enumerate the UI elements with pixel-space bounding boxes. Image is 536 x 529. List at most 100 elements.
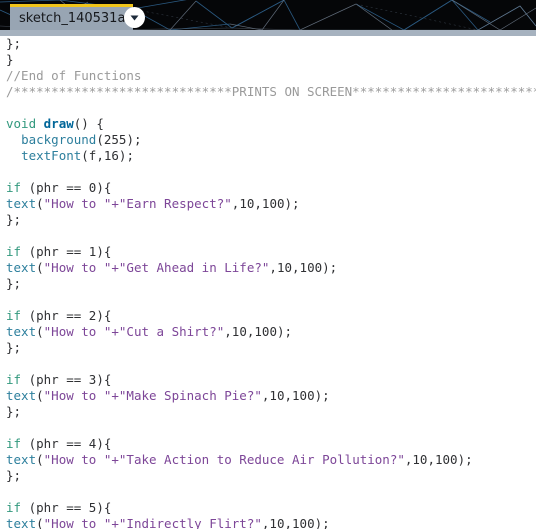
code-token-num: 100 xyxy=(261,196,285,211)
code-token-pl: ); xyxy=(284,196,300,211)
code-line: text("How to "+"Indirectly Flirt?",10,10… xyxy=(6,516,536,529)
code-token-pl: ); xyxy=(322,260,338,275)
code-token-pl: }; xyxy=(6,36,22,51)
toolbar-strip xyxy=(0,30,536,36)
code-token-str: "How to "+"Indirectly Flirt?" xyxy=(43,516,262,529)
tab-menu-button[interactable] xyxy=(124,7,145,28)
code-token-pl: , xyxy=(284,388,293,403)
code-token-str: "How to "+"Cut a Shirt?" xyxy=(43,324,225,339)
code-token-call: text xyxy=(6,452,37,467)
code-line: text("How to "+"Cut a Shirt?",10,100); xyxy=(6,324,536,340)
code-line: background(255); xyxy=(6,132,536,148)
code-token-num: 10 xyxy=(231,324,247,339)
code-token-pl: (phr == xyxy=(21,308,89,323)
code-line: textFont(f,16); xyxy=(6,148,536,164)
code-token-pl: ( xyxy=(36,260,44,275)
code-line: }; xyxy=(6,340,536,356)
processing-editor-window: sketch_140531a };}//End of Functions/***… xyxy=(0,0,536,529)
code-line: text("How to "+"Make Spinach Pie?",10,10… xyxy=(6,388,536,404)
code-token-pl: ){ xyxy=(96,180,112,195)
code-token-kw: if xyxy=(6,244,22,259)
code-line: }; xyxy=(6,276,536,292)
code-token-pl: , xyxy=(292,260,300,275)
code-token-pl: ( xyxy=(36,516,44,529)
code-token-pl: , xyxy=(284,516,293,529)
sketch-tab[interactable]: sketch_140531a xyxy=(10,4,134,30)
code-token-pl: ); xyxy=(126,132,142,147)
code-token-num: 10 xyxy=(276,260,293,275)
code-token-kw: if xyxy=(6,372,22,387)
code-token-pl: ); xyxy=(118,148,134,163)
code-token-num: 100 xyxy=(435,452,458,467)
code-token-pl: } xyxy=(6,52,14,67)
code-token-pl: (phr == xyxy=(21,244,89,259)
code-token-pl: () { xyxy=(73,116,104,131)
code-line: ​ xyxy=(6,484,536,500)
code-token-kw: if xyxy=(6,180,22,195)
code-token-pl: ); xyxy=(314,516,330,529)
code-token-pl: , xyxy=(269,260,277,275)
code-token-pl: ){ xyxy=(96,244,112,259)
code-token-kw: if xyxy=(6,308,22,323)
code-token-pl: , xyxy=(224,324,232,339)
code-token-pl: (phr == xyxy=(21,372,89,387)
code-token-kw: if xyxy=(6,500,22,515)
code-token-num: 10 xyxy=(412,452,428,467)
code-line: if (phr == 4){ xyxy=(6,436,536,452)
code-line: ​ xyxy=(6,228,536,244)
code-line: }; xyxy=(6,36,536,52)
code-token-num: 100 xyxy=(299,260,323,275)
code-token-pl: ){ xyxy=(96,308,112,323)
code-token-num: 255 xyxy=(103,132,127,147)
code-token-num: 100 xyxy=(254,324,277,339)
code-line: }; xyxy=(6,212,536,228)
code-editor-area[interactable]: };}//End of Functions/******************… xyxy=(0,36,536,529)
code-line: ​ xyxy=(6,420,536,436)
code-content[interactable]: };}//End of Functions/******************… xyxy=(0,36,536,529)
code-line: text("How to "+"Take Action to Reduce Ai… xyxy=(6,452,536,468)
code-line: if (phr == 1){ xyxy=(6,244,536,260)
code-token-pl: (phr == xyxy=(21,180,89,195)
code-token-call: textFont xyxy=(21,148,82,163)
code-token-call: text xyxy=(6,196,37,211)
code-line: text("How to "+"Earn Respect?",10,100); xyxy=(6,196,536,212)
code-token-pl: }; xyxy=(6,212,22,227)
code-token-fn: draw xyxy=(43,116,74,131)
code-token-pl: ( xyxy=(36,196,44,211)
code-token-num: 100 xyxy=(292,388,315,403)
code-token-str: "How to "+"Make Spinach Pie?" xyxy=(43,388,262,403)
code-line: }; xyxy=(6,404,536,420)
code-token-num: 10 xyxy=(239,196,255,211)
code-line: if (phr == 2){ xyxy=(6,308,536,324)
code-token-pl: }; xyxy=(6,276,22,291)
sketch-tab-label: sketch_140531a xyxy=(19,11,126,26)
code-token-num: 100 xyxy=(292,516,315,529)
chevron-down-icon xyxy=(130,15,139,21)
code-token-pl: ); xyxy=(457,452,473,467)
code-line: if (phr == 0){ xyxy=(6,180,536,196)
code-line: if (phr == 5){ xyxy=(6,500,536,516)
code-token-num: 10 xyxy=(269,388,285,403)
code-token-kw: if xyxy=(6,436,22,451)
code-line: }; xyxy=(6,468,536,484)
code-token-pl: ( xyxy=(36,324,44,339)
code-token-cmt: //End of Functions xyxy=(6,68,142,83)
code-line: if (phr == 3){ xyxy=(6,372,536,388)
code-token-pl: ); xyxy=(276,324,293,339)
code-line: ​ xyxy=(6,356,536,372)
code-token-pl: ( xyxy=(36,388,44,403)
code-token-pl: }; xyxy=(6,468,22,483)
code-token-call: background xyxy=(21,132,97,147)
code-token-kw: void xyxy=(6,116,44,131)
code-token-pl: ); xyxy=(314,388,330,403)
code-token-pl: }; xyxy=(6,404,22,419)
code-token-pl: (phr == xyxy=(21,500,89,515)
code-token-pl: , xyxy=(254,196,262,211)
code-line: ​ xyxy=(6,100,536,116)
code-token-call: text xyxy=(6,324,37,339)
code-token-pl: , xyxy=(427,452,435,467)
code-token-pl: (phr == xyxy=(21,436,89,451)
code-line: ​ xyxy=(6,292,536,308)
